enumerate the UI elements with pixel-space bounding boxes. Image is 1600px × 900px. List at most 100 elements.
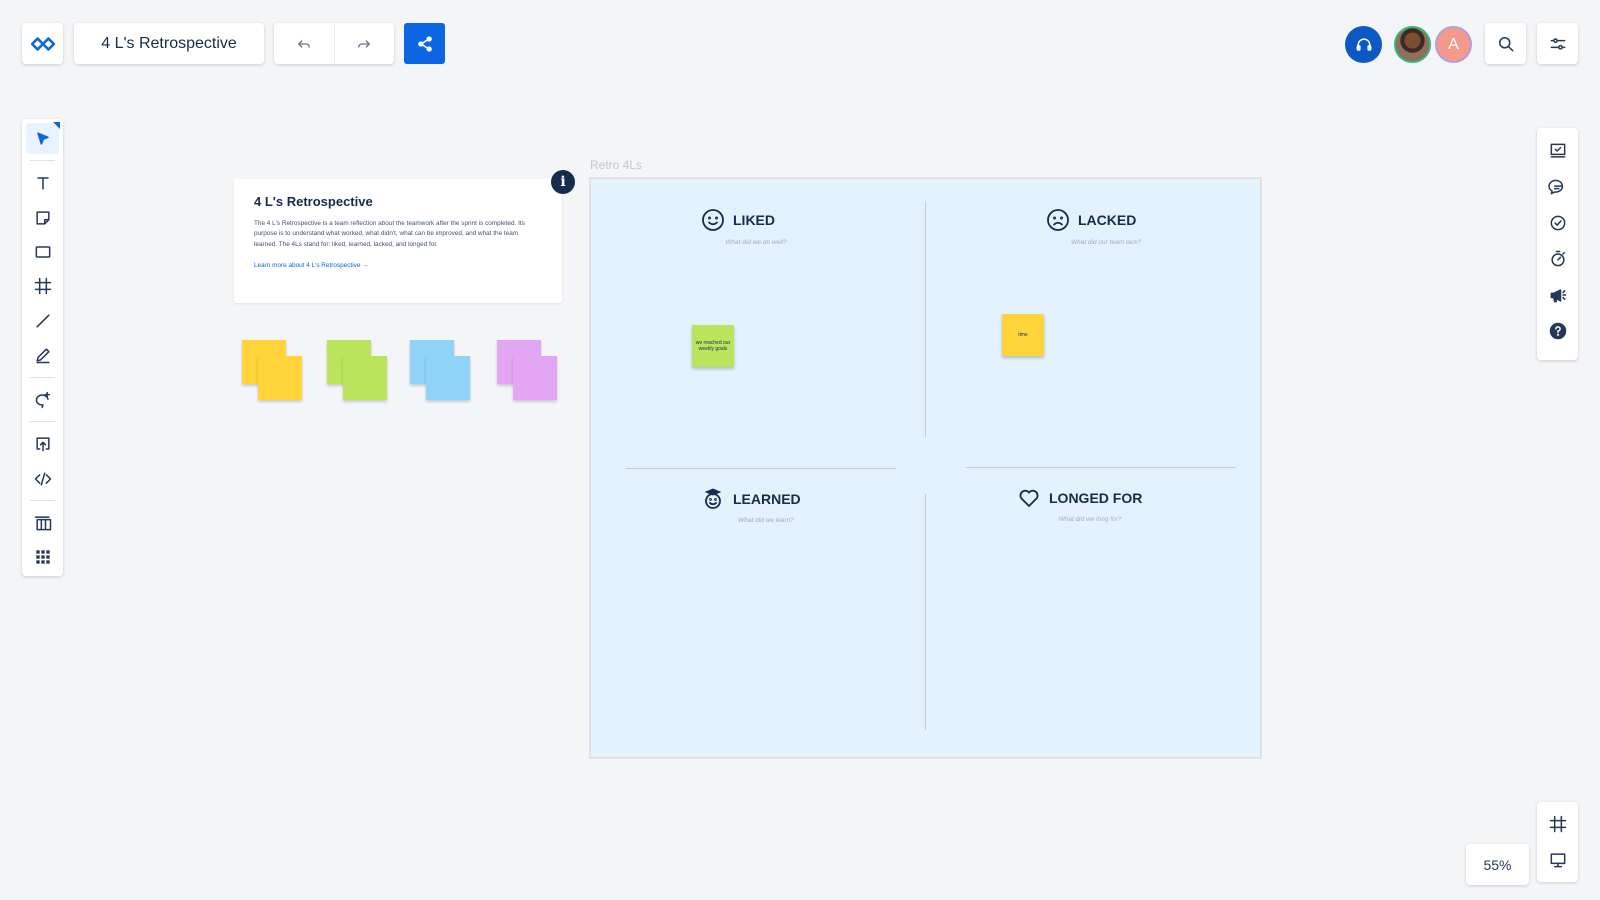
upload-tool[interactable] — [26, 428, 59, 459]
learn-more-link[interactable]: Learn more about 4 L's Retrospective → — [254, 262, 542, 269]
description-title: 4 L's Retrospective — [254, 194, 373, 209]
frames-button[interactable] — [1541, 806, 1574, 842]
code-icon — [34, 471, 51, 486]
undo-icon — [297, 39, 310, 48]
frown-icon — [1047, 209, 1069, 231]
sticky-note-front — [258, 356, 302, 400]
lasso-tool[interactable] — [26, 384, 59, 415]
info-icon[interactable]: i — [551, 170, 575, 194]
help-button[interactable] — [1541, 314, 1574, 347]
toolbar-divider — [30, 421, 55, 423]
app-logo-button[interactable] — [22, 23, 63, 64]
app-logo-icon — [30, 36, 55, 51]
timer-button[interactable] — [1541, 242, 1574, 275]
templates-tool[interactable] — [26, 507, 59, 538]
user-avatar[interactable]: A — [1435, 26, 1472, 63]
embed-tool[interactable] — [26, 463, 59, 494]
search-icon — [1498, 36, 1513, 51]
text-tool[interactable] — [26, 167, 59, 198]
comment-icon — [1547, 179, 1563, 194]
quadrant-longed-for-header: LONGED FOR — [1017, 486, 1142, 510]
templates-icon — [34, 516, 51, 531]
view-controls — [1537, 802, 1578, 882]
divider-horizontal-right — [966, 467, 1236, 468]
frame-icon — [1549, 815, 1566, 833]
toolbar-divider — [30, 160, 55, 162]
search-button[interactable] — [1485, 23, 1526, 64]
collaborator-avatar[interactable] — [1394, 26, 1431, 63]
announcements-button[interactable] — [1541, 278, 1574, 311]
comments-button[interactable] — [1541, 170, 1574, 203]
divider-horizontal-left — [626, 468, 896, 469]
line-icon — [35, 314, 50, 328]
sliders-icon — [1550, 37, 1565, 50]
heart-icon — [1019, 489, 1039, 508]
quadrant-lacked-header: LACKED — [1046, 208, 1136, 232]
cursor-icon — [36, 132, 49, 145]
present-checklist-button[interactable] — [1541, 134, 1574, 167]
quadrant-liked-header: LIKED — [701, 208, 775, 232]
description-body: The 4 L's Retrospective is a team reflec… — [254, 220, 525, 248]
presentation-icon — [1550, 853, 1565, 868]
divider-vertical-top — [925, 201, 926, 437]
frame-label[interactable]: Retro 4Ls — [590, 158, 642, 172]
help-icon — [1549, 322, 1566, 339]
quadrant-title: LONGED FOR — [1049, 490, 1143, 506]
sticky-note-front — [343, 356, 387, 400]
shape-tool[interactable] — [26, 236, 59, 267]
sticky-stack-blue[interactable] — [410, 340, 470, 400]
sticky-stack-green[interactable] — [327, 340, 387, 400]
right-toolbar — [1537, 128, 1578, 360]
redo-icon — [358, 39, 371, 48]
sticky-note-front — [513, 356, 557, 400]
undo-button[interactable] — [274, 23, 334, 64]
toolbar-divider — [30, 377, 55, 378]
history-controls — [274, 23, 394, 64]
quadrant-prompt: What did we do well? — [725, 239, 787, 246]
retro-board-frame[interactable]: LIKED What did we do well? LACKED What d… — [589, 177, 1262, 759]
frame-icon — [34, 278, 51, 295]
template-description-card[interactable]: 4 L's Retrospective The 4 L's Retrospect… — [234, 179, 562, 303]
headset-icon — [1356, 37, 1371, 51]
board-settings-button[interactable] — [1537, 23, 1578, 64]
toolbar-divider — [30, 500, 55, 502]
redo-button[interactable] — [333, 23, 395, 64]
rectangle-icon — [35, 246, 50, 258]
frame-tool[interactable] — [26, 271, 59, 302]
quadrant-title: LEARNED — [733, 491, 801, 507]
sticky-note-tool[interactable] — [26, 202, 59, 233]
megaphone-icon — [1550, 288, 1566, 302]
quadrant-prompt: What did our team lack? — [1070, 239, 1142, 246]
quadrant-learned-header: LEARNED — [701, 487, 801, 511]
grid-icon — [35, 550, 50, 565]
presentation-check-icon — [1550, 143, 1565, 158]
graduate-icon — [704, 488, 722, 509]
sticky-stack-yellow[interactable] — [242, 340, 302, 400]
quadrant-prompt: What did we long for? — [1058, 516, 1122, 523]
select-tool[interactable] — [26, 121, 60, 155]
line-tool[interactable] — [26, 305, 59, 336]
pen-tool[interactable] — [26, 340, 59, 371]
sticky-note[interactable]: we reached our weekly goals — [692, 325, 734, 367]
left-toolbar — [22, 119, 63, 576]
zoom-level[interactable]: 55% — [1466, 844, 1529, 885]
sticky-note-icon — [35, 210, 50, 225]
board-title[interactable]: 4 L's Retrospective — [74, 23, 264, 64]
pencil-icon — [35, 348, 50, 364]
sticky-note-front — [426, 356, 470, 400]
support-button[interactable] — [1345, 26, 1382, 63]
share-button[interactable] — [404, 23, 445, 64]
apps-tool[interactable] — [26, 542, 59, 573]
stopwatch-icon — [1550, 250, 1565, 266]
text-icon — [36, 177, 49, 190]
sticky-note[interactable]: time — [1002, 314, 1044, 356]
divider-vertical-bottom — [925, 494, 926, 730]
presentation-button[interactable] — [1541, 842, 1574, 878]
sticky-stack-purple[interactable] — [497, 340, 557, 400]
check-circle-icon — [1550, 215, 1565, 230]
smile-icon — [702, 209, 724, 231]
lasso-icon — [35, 391, 50, 408]
tasks-button[interactable] — [1541, 206, 1574, 239]
share-icon — [417, 35, 432, 52]
quadrant-title: LACKED — [1078, 212, 1137, 228]
